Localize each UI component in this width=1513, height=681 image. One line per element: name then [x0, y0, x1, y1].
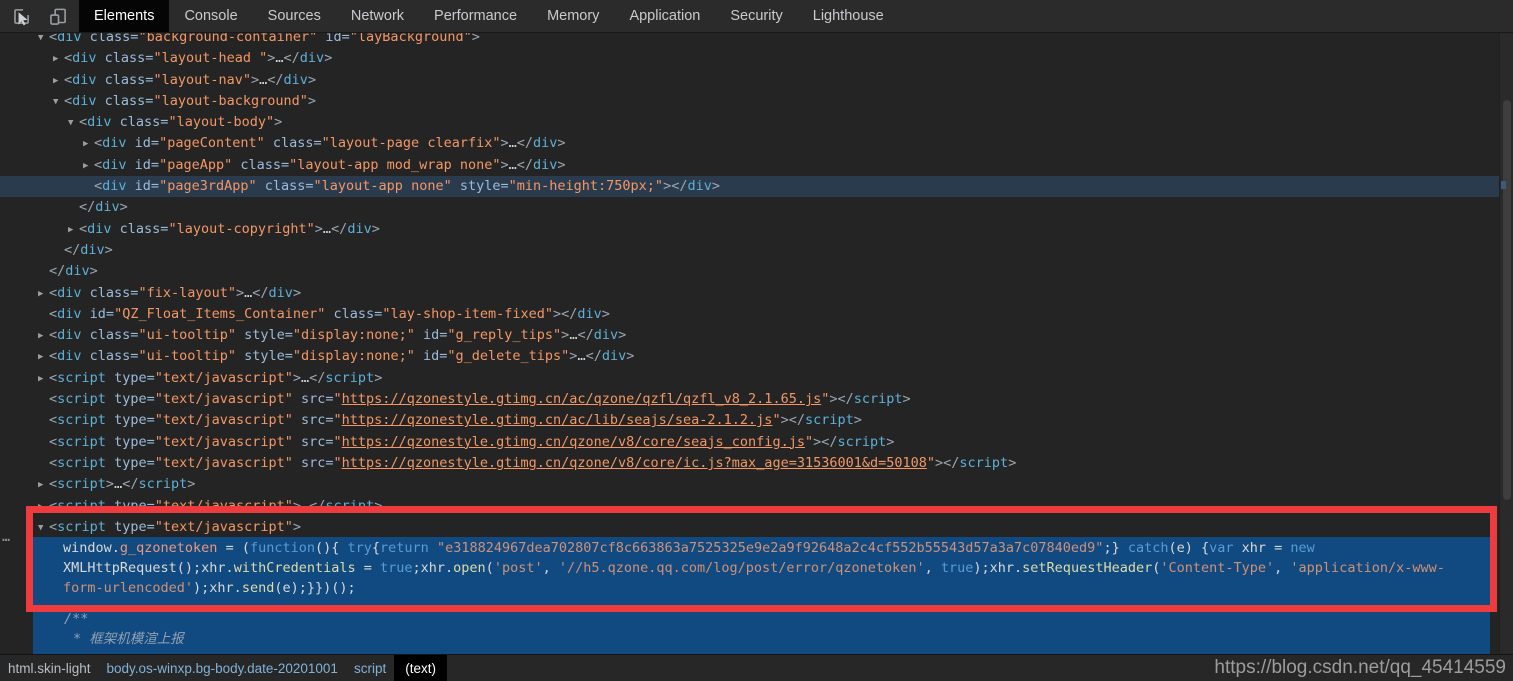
dom-tree[interactable]: ▼<div class="background-container" id="l…: [0, 33, 1499, 649]
dom-tree-row[interactable]: <script type="text/javascript" src="http…: [0, 432, 1499, 453]
script-text-line[interactable]: XMLHttpRequest();xhr.withCredentials = t…: [0, 558, 1499, 578]
breadcrumb: html.skin-lightbody.os-winxp.bg-body.dat…: [0, 655, 447, 681]
dom-tree-row[interactable]: ▶<div class="fix-layout">…</div>: [0, 283, 1499, 304]
watermark-url: https://blog.csdn.net/qq_45414559: [1214, 655, 1506, 681]
elements-panel: ▼<div class="background-container" id="l…: [0, 33, 1513, 654]
dom-tree-row[interactable]: ▶<div id="pageContent" class="layout-pag…: [0, 133, 1499, 154]
tab-elements[interactable]: Elements: [79, 0, 169, 32]
expand-arrow-closed-icon[interactable]: ▶: [68, 220, 79, 240]
tab-network[interactable]: Network: [336, 0, 419, 32]
expand-arrow-closed-icon[interactable]: ▶: [38, 475, 49, 495]
tab-lighthouse[interactable]: Lighthouse: [798, 0, 899, 32]
device-toolbar-icon[interactable]: [47, 5, 69, 27]
breadcrumb-item[interactable]: body.os-winxp.bg-body.date-20201001: [99, 655, 346, 681]
expand-arrow-closed-icon[interactable]: ▶: [38, 347, 49, 367]
dom-tree-row[interactable]: </div>: [0, 197, 1499, 218]
expand-arrow-closed-icon[interactable]: ▶: [83, 156, 94, 176]
expand-arrow-open-icon[interactable]: ▼: [38, 33, 49, 48]
toolbar-icons: [0, 0, 79, 32]
expand-arrow-closed-icon[interactable]: ▶: [38, 284, 49, 304]
dom-tree-row[interactable]: ▶<div class="ui-tooltip" style="display:…: [0, 325, 1499, 346]
dom-tree-row[interactable]: <script type="text/javascript" src="http…: [0, 410, 1499, 431]
tab-application[interactable]: Application: [614, 0, 715, 32]
devtools-window: ElementsConsoleSourcesNetworkPerformance…: [0, 0, 1513, 681]
dom-tree-row[interactable]: ▶<div id="pageApp" class="layout-app mod…: [0, 155, 1499, 176]
dom-tree-row[interactable]: <div id="QZ_Float_Items_Container" class…: [0, 304, 1499, 325]
dom-tree-row[interactable]: ▶<script>…</script>: [0, 474, 1499, 495]
dom-tree-row[interactable]: ▼<div class="layout-background">: [0, 91, 1499, 112]
scroll-position-marker: [1501, 181, 1506, 189]
expand-arrow-closed-icon[interactable]: ▶: [53, 71, 64, 91]
script-text-line[interactable]: /**: [0, 609, 1499, 629]
dom-tree-row[interactable]: ▶<div class="layout-nav">…</div>: [0, 70, 1499, 91]
dom-tree-row[interactable]: ▼<div class="layout-body">: [0, 112, 1499, 133]
devtools-tabbar: ElementsConsoleSourcesNetworkPerformance…: [0, 0, 1513, 33]
expand-arrow-open-icon[interactable]: ▼: [38, 518, 49, 538]
dom-tree-row[interactable]: ▶<div class="ui-tooltip" style="display:…: [0, 346, 1499, 367]
tab-security[interactable]: Security: [715, 0, 797, 32]
expand-arrow-closed-icon[interactable]: ▶: [38, 497, 49, 517]
dom-tree-row[interactable]: <div id="page3rdApp" class="layout-app n…: [0, 176, 1499, 197]
breadcrumb-item[interactable]: (text): [394, 655, 447, 681]
devtools-statusbar: html.skin-lightbody.os-winxp.bg-body.dat…: [0, 654, 1513, 681]
dom-tree-row[interactable]: ▼<div class="background-container" id="l…: [0, 33, 1499, 48]
tab-console[interactable]: Console: [169, 0, 252, 32]
script-text-line[interactable]: * 框架机模渲上报: [0, 629, 1499, 649]
dom-tree-row[interactable]: ▶<script type="text/javascript">…</scrip…: [0, 368, 1499, 389]
more-marker-icon: ⋯: [2, 533, 10, 548]
dom-tree-row[interactable]: ▶<script type="text/javascript">…</scrip…: [0, 496, 1499, 517]
script-text-line[interactable]: window.g_qzonetoken = (function(){ try{r…: [0, 538, 1499, 558]
dom-tree-row[interactable]: ▼<script type="text/javascript">: [0, 517, 1499, 538]
expand-arrow-closed-icon[interactable]: ▶: [38, 326, 49, 346]
inspect-icon[interactable]: [10, 5, 32, 27]
tab-memory[interactable]: Memory: [532, 0, 614, 32]
tab-sources[interactable]: Sources: [253, 0, 336, 32]
scrollbar-thumb[interactable]: [1503, 100, 1511, 500]
tab-performance[interactable]: Performance: [419, 0, 532, 32]
expand-arrow-open-icon[interactable]: ▼: [53, 92, 64, 112]
dom-tree-row[interactable]: <script type="text/javascript" src="http…: [0, 453, 1499, 474]
dom-tree-row[interactable]: ▶<div class="layout-head ">…</div>: [0, 48, 1499, 69]
expand-arrow-closed-icon[interactable]: ▶: [53, 49, 64, 69]
script-text-line[interactable]: form-urlencoded');xhr.send(e);}})();: [0, 578, 1499, 598]
breadcrumb-item[interactable]: script: [346, 655, 394, 681]
vertical-scrollbar[interactable]: [1499, 33, 1513, 654]
dom-tree-row[interactable]: </div>: [0, 261, 1499, 282]
expand-arrow-closed-icon[interactable]: ▶: [38, 369, 49, 389]
tab-strip: ElementsConsoleSourcesNetworkPerformance…: [79, 0, 899, 32]
expand-arrow-closed-icon[interactable]: ▶: [83, 134, 94, 154]
expand-arrow-open-icon[interactable]: ▼: [68, 113, 79, 133]
dom-tree-row[interactable]: ▶<div class="layout-copyright">…</div>: [0, 219, 1499, 240]
breadcrumb-item[interactable]: html.skin-light: [0, 655, 99, 681]
dom-tree-row[interactable]: </div>: [0, 240, 1499, 261]
dom-tree-row[interactable]: <script type="text/javascript" src="http…: [0, 389, 1499, 410]
